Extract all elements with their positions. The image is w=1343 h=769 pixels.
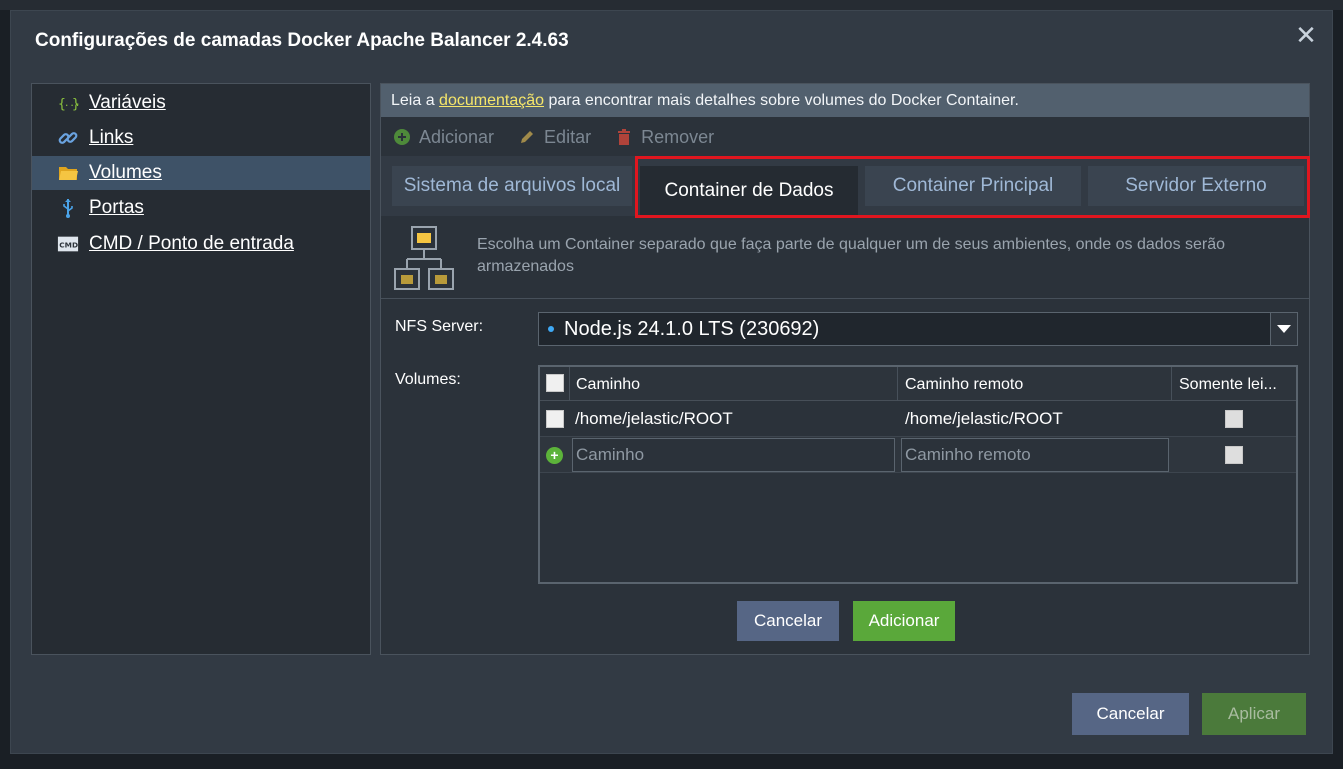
link-icon <box>57 127 79 149</box>
sidebar-item-label: Portas <box>89 197 144 218</box>
documentation-link[interactable]: documentação <box>439 92 544 109</box>
edit-toolbar-button[interactable]: Editar <box>518 127 591 148</box>
column-separator <box>1171 367 1172 401</box>
info-text: para encontrar mais detalhes sobre volum… <box>544 92 1019 109</box>
cancel-button[interactable]: Cancelar <box>1072 693 1189 735</box>
column-header-path[interactable]: Caminho <box>576 376 640 394</box>
volumes-panel: Leia a documentação para encontrar mais … <box>380 83 1310 655</box>
tab-local-filesystem[interactable]: Sistema de arquivos local <box>392 166 632 206</box>
tab-data-container[interactable]: Container de Dados <box>640 166 858 216</box>
add-toolbar-button[interactable]: Adicionar <box>393 127 494 148</box>
grid-header: Caminho Caminho remoto Somente lei... <box>540 367 1296 401</box>
remote-path-cell: /home/jelastic/ROOT <box>905 409 1063 428</box>
remove-toolbar-label: Remover <box>641 126 715 147</box>
sidebar-item-ports[interactable]: Portas <box>32 191 370 225</box>
nfs-server-select[interactable]: Node.js 24.1.0 LTS (230692) <box>538 312 1298 346</box>
path-cell: /home/jelastic/ROOT <box>575 409 733 428</box>
toolbar: Adicionar Editar Remover <box>393 124 714 150</box>
settings-dialog: Configurações de camadas Docker Apache B… <box>10 10 1333 754</box>
add-row-icon[interactable]: + <box>546 447 563 464</box>
close-icon[interactable]: ✕ <box>1294 22 1318 48</box>
sidebar: {...} Variáveis Links Volumes Portas CMD <box>31 83 371 655</box>
tab-main-container[interactable]: Container Principal <box>865 166 1081 206</box>
new-volume-row: + Caminho Caminho remoto <box>540 437 1296 473</box>
cancel-volume-button[interactable]: Cancelar <box>737 601 839 641</box>
sidebar-item-label: Links <box>89 127 134 148</box>
tab-external-server[interactable]: Servidor Externo <box>1088 166 1304 206</box>
add-circle-icon <box>393 128 411 146</box>
column-separator <box>897 367 898 401</box>
sidebar-item-label: CMD / Ponto de entrada <box>89 233 294 254</box>
cmd-icon: CMD <box>57 233 79 255</box>
status-dot <box>548 326 554 332</box>
trash-icon <box>615 128 633 146</box>
volumes-grid: Caminho Caminho remoto Somente lei... /h… <box>538 365 1298 584</box>
folder-icon <box>57 162 79 184</box>
sidebar-item-variables[interactable]: {...} Variáveis <box>32 86 370 120</box>
backdrop-bar <box>0 0 1343 10</box>
readonly-checkbox[interactable] <box>1225 410 1243 428</box>
dialog-title: Configurações de camadas Docker Apache B… <box>35 30 569 51</box>
sidebar-item-cmd[interactable]: CMD CMD / Ponto de entrada <box>32 227 370 261</box>
tab-description: Escolha um Container separado que faça p… <box>477 236 1226 275</box>
remove-toolbar-button[interactable]: Remover <box>615 127 714 148</box>
nfs-server-value: Node.js 24.1.0 LTS (230692) <box>564 317 820 340</box>
sidebar-item-links[interactable]: Links <box>32 121 370 155</box>
nfs-server-label: NFS Server: <box>395 318 484 335</box>
add-toolbar-label: Adicionar <box>419 126 495 147</box>
select-all-checkbox[interactable] <box>546 374 564 392</box>
pencil-icon <box>518 128 536 146</box>
data-container-icon <box>393 225 455 291</box>
column-header-remote-path[interactable]: Caminho remoto <box>905 376 1023 394</box>
edit-toolbar-label: Editar <box>544 126 592 147</box>
sidebar-item-label: Variáveis <box>89 92 166 113</box>
column-header-readonly[interactable]: Somente lei... <box>1179 376 1277 394</box>
usb-port-icon <box>57 197 79 219</box>
sidebar-item-label: Volumes <box>89 162 162 183</box>
sidebar-item-volumes[interactable]: Volumes <box>32 156 370 190</box>
path-input[interactable]: Caminho <box>572 438 895 472</box>
chevron-down-icon[interactable] <box>1270 313 1297 345</box>
remote-path-input[interactable]: Caminho remoto <box>901 438 1169 472</box>
svg-text:}: } <box>72 97 79 112</box>
add-volume-button[interactable]: Adicionar <box>853 601 955 641</box>
table-row[interactable]: /home/jelastic/ROOT /home/jelastic/ROOT <box>540 401 1296 437</box>
row-checkbox[interactable] <box>546 410 564 428</box>
readonly-checkbox[interactable] <box>1225 446 1243 464</box>
volumes-label: Volumes: <box>395 371 461 388</box>
divider <box>381 298 1309 299</box>
variables-icon: {...} <box>57 92 79 114</box>
svg-text:CMD: CMD <box>59 241 78 250</box>
column-separator <box>569 367 570 401</box>
info-bar: Leia a documentação para encontrar mais … <box>381 84 1309 117</box>
apply-button[interactable]: Aplicar <box>1202 693 1306 735</box>
info-text: Leia a <box>391 92 440 109</box>
